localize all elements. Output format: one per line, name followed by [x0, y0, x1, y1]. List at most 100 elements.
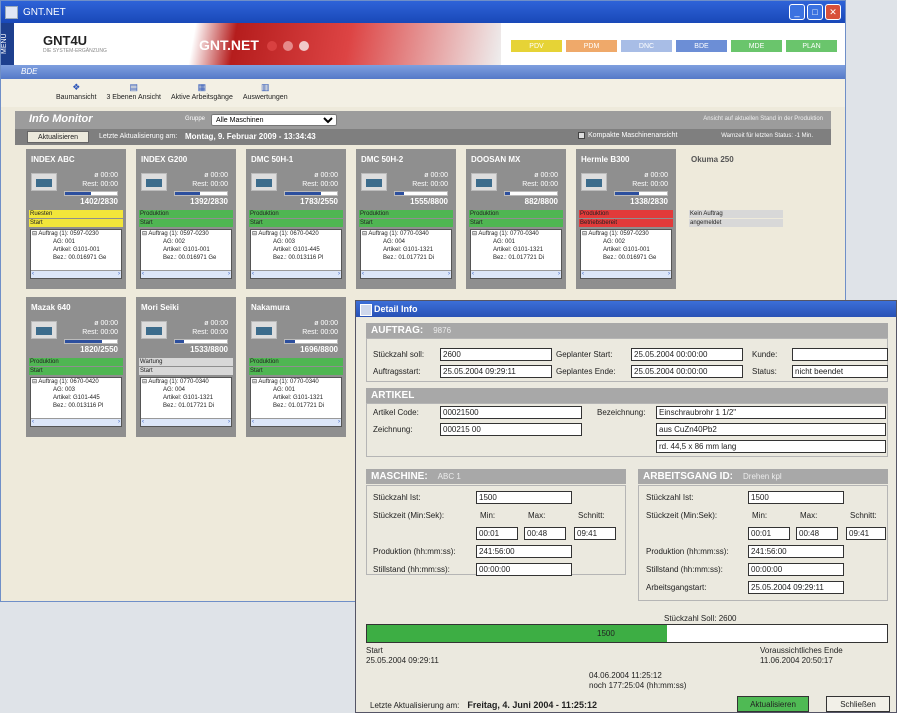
op-avg-field[interactable]: 09:41: [846, 527, 886, 540]
description-line-1[interactable]: Einschraubrohr 1 1/2": [656, 406, 886, 419]
article-code-field[interactable]: 00021500: [440, 406, 582, 419]
status-field[interactable]: nicht beendet: [792, 365, 888, 378]
order-tree[interactable]: ⊟ Auftrag (1): 0597-0230 AG: 001 Artikel…: [30, 229, 122, 279]
order-tree[interactable]: ⊟ Auftrag (1): 0770-0340 AG: 001 Artikel…: [470, 229, 562, 279]
toolbar-tasks[interactable]: ▦ Aktive Arbeitsgänge: [171, 79, 233, 107]
machine-count: 882/8800: [524, 197, 558, 206]
machine-progress: [284, 339, 338, 344]
machine-ist-field[interactable]: 1500: [476, 491, 572, 504]
toolbar-levels[interactable]: ▤ 3 Ebenen Ansicht: [106, 79, 161, 107]
title-bar[interactable]: GNT.NET _ □ ✕: [1, 1, 845, 23]
company-logo: GNT4U DIE SYSTEM-ERGÄNZUNG: [43, 33, 107, 54]
horizontal-scrollbar[interactable]: [471, 270, 561, 278]
description-line-3[interactable]: rd. 44,5 x 86 mm lang: [656, 440, 886, 453]
machine-image: [141, 173, 167, 191]
soll-field[interactable]: 2600: [440, 348, 552, 361]
horizontal-scrollbar[interactable]: [31, 418, 121, 426]
planned-start-field[interactable]: 25.05.2004 00:00:00: [631, 348, 743, 361]
machine-substatus: Start: [469, 219, 563, 227]
module-tab-dnc[interactable]: DNC: [621, 40, 672, 52]
machine-card[interactable]: Mori Seiki ø 00:00 Rest: 00:00 1533/8800 …: [136, 297, 236, 437]
order-tree[interactable]: ⊟ Auftrag (1): 0597-0230 AG: 002 Artikel…: [140, 229, 232, 279]
expected-end-time: 11.06.2004 20:50:17: [760, 656, 833, 665]
op-production-field[interactable]: 241:56:00: [748, 545, 844, 558]
machine-min-field[interactable]: 00:01: [476, 527, 518, 540]
machine-name: DOOSAN MX: [471, 155, 521, 164]
machine-card[interactable]: DOOSAN MX ø 00:00 Rest: 00:00 882/8800 Pr…: [466, 149, 566, 289]
description-line-2[interactable]: aus CuZn40Pb2: [656, 423, 886, 436]
horizontal-scrollbar[interactable]: [141, 418, 231, 426]
machine-downtime-field[interactable]: 00:00:00: [476, 563, 572, 576]
machine-status: Produktion: [579, 210, 673, 218]
order-tree[interactable]: ⊟ Auftrag (1): 0770-0340 AG: 004 Artikel…: [140, 377, 232, 427]
close-icon[interactable]: ✕: [825, 4, 841, 20]
machine-times: ø 00:00 Rest: 00:00: [632, 172, 668, 188]
machine-card[interactable]: DMC 50H-2 ø 00:00 Rest: 00:00 1555/8800 P…: [356, 149, 456, 289]
machine-substatus: Start: [29, 219, 123, 227]
machine-card[interactable]: INDEX ABC ø 00:00 Rest: 00:00 1402/2830 R…: [26, 149, 126, 289]
op-start-field[interactable]: 25.05.2004 09:29:11: [748, 581, 844, 594]
machine-count: 1402/2830: [80, 197, 118, 206]
machine-production-field[interactable]: 241:56:00: [476, 545, 572, 558]
machine-name: DMC 50H-1: [251, 155, 294, 164]
machine-max-field[interactable]: 00:48: [524, 527, 566, 540]
horizontal-scrollbar[interactable]: [31, 270, 121, 278]
drawing-field[interactable]: 000215 00: [440, 423, 582, 436]
app-icon: [5, 5, 18, 19]
horizontal-scrollbar[interactable]: [141, 270, 231, 278]
dialog-close-button[interactable]: Schließen: [826, 696, 890, 712]
toolbar-chart[interactable]: ▥ Auswertungen: [243, 79, 288, 107]
compact-view-checkbox[interactable]: Kompakte Maschinenansicht: [578, 132, 678, 139]
op-downtime-field[interactable]: 00:00:00: [748, 563, 844, 576]
machine-count: 1696/8800: [300, 345, 338, 354]
order-tree[interactable]: ⊟ Auftrag (1): 0770-0340 AG: 001 Artikel…: [250, 377, 342, 427]
machine-card[interactable]: Mazak 640 ø 00:00 Rest: 00:00 1820/2550 P…: [26, 297, 126, 437]
op-min-field[interactable]: 00:01: [748, 527, 790, 540]
op-ist-field[interactable]: 1500: [748, 491, 844, 504]
module-tab-bde[interactable]: BDE: [676, 40, 727, 52]
toolbar-label: Baumansicht: [56, 94, 97, 101]
machine-card[interactable]: Nakamura ø 00:00 Rest: 00:00 1696/8800 Pr…: [246, 297, 346, 437]
op-max-field[interactable]: 00:48: [796, 527, 838, 540]
planned-end-field[interactable]: 25.05.2004 00:00:00: [631, 365, 743, 378]
machine-count: 1555/8800: [410, 197, 448, 206]
dialog-refresh-button[interactable]: Aktualisieren: [737, 696, 809, 712]
maximize-icon[interactable]: □: [807, 4, 823, 20]
machine-avg-field[interactable]: 09:41: [574, 527, 616, 540]
order-tree[interactable]: ⊟ Auftrag (1): 0670-0420 AG: 003 Artikel…: [250, 229, 342, 279]
machine-substatus: Start: [139, 219, 233, 227]
dialog-title[interactable]: Detail Info: [356, 301, 896, 317]
auftragsstart-field[interactable]: 25.05.2004 09:29:11: [440, 365, 552, 378]
machine-image: [471, 173, 497, 191]
group-select[interactable]: Alle Maschinen: [211, 114, 337, 126]
horizontal-scrollbar[interactable]: [361, 270, 451, 278]
order-tree[interactable]: ⊟ Auftrag (1): 0770-0340 AG: 004 Artikel…: [360, 229, 452, 279]
module-tab-mde[interactable]: MDE: [731, 40, 782, 52]
order-tree[interactable]: ⊟ Auftrag (1): 0670-0420 AG: 003 Artikel…: [30, 377, 122, 427]
tree-icon: ❖: [72, 82, 81, 92]
machine-status: Produktion: [249, 210, 343, 218]
machine-image: [141, 321, 167, 339]
module-tab-pdm[interactable]: PDM: [566, 40, 617, 52]
machine-count: 1820/2550: [80, 345, 118, 354]
horizontal-scrollbar[interactable]: [581, 270, 671, 278]
current-time: 04.06.2004 11:25:12: [589, 671, 662, 680]
horizontal-scrollbar[interactable]: [251, 418, 341, 426]
toolbar-tree[interactable]: ❖ Baumansicht: [56, 79, 96, 107]
module-tab-pdv[interactable]: PDV: [511, 40, 562, 52]
order-tree[interactable]: ⊟ Auftrag (1): 0597-0230 AG: 002 Artikel…: [580, 229, 672, 279]
monitor-status-bar: Aktualisieren Letzte Aktualisierung am: …: [15, 129, 831, 145]
horizontal-scrollbar[interactable]: [251, 270, 341, 278]
machine-substatus: Betriebsbereit: [579, 219, 673, 227]
customer-field[interactable]: [792, 348, 888, 361]
refresh-button[interactable]: Aktualisieren: [27, 131, 89, 143]
machine-card[interactable]: Okuma 250 Kein Auftrag angemeldet: [686, 149, 786, 289]
machine-card[interactable]: DMC 50H-1 ø 00:00 Rest: 00:00 1783/2550 P…: [246, 149, 346, 289]
minimize-icon[interactable]: _: [789, 4, 805, 20]
menu-toggle[interactable]: MENU: [1, 23, 14, 65]
machine-card[interactable]: INDEX G200 ø 00:00 Rest: 00:00 1392/2830 …: [136, 149, 236, 289]
machine-card[interactable]: Hermle B300 ø 00:00 Rest: 00:00 1338/2830…: [576, 149, 676, 289]
machine-count: 1533/8800: [190, 345, 228, 354]
machine-status: Produktion: [139, 210, 233, 218]
module-tab-plan[interactable]: PLAN: [786, 40, 837, 52]
